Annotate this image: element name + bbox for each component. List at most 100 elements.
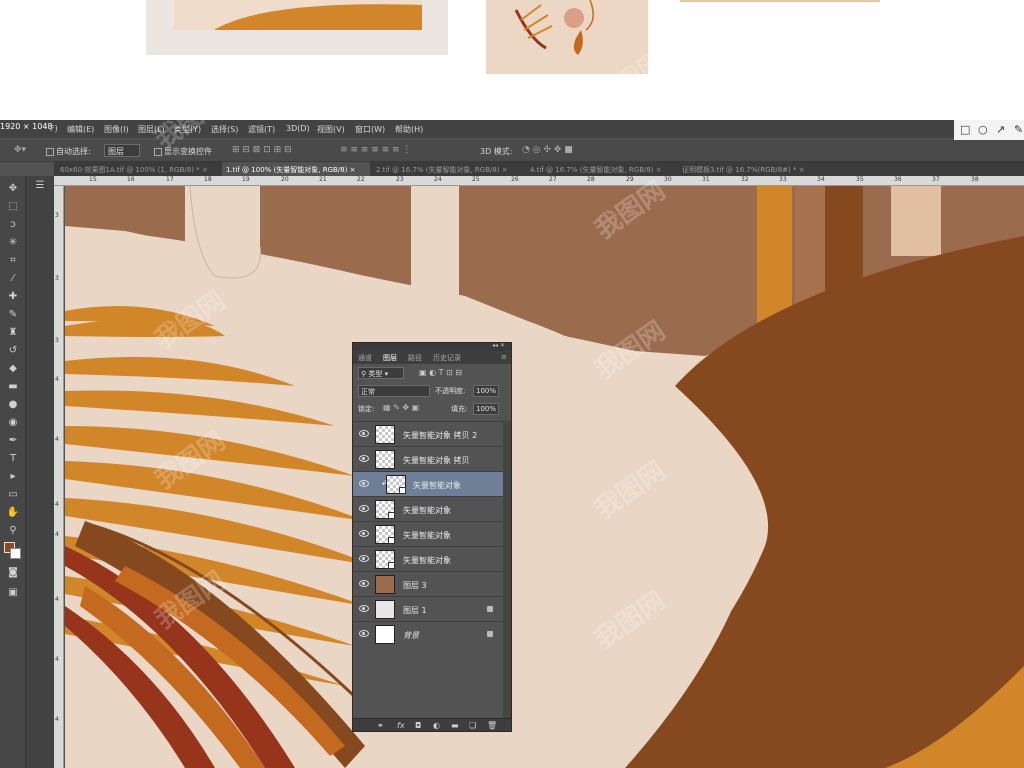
show-transform-checkbox[interactable]: 显示变换控件 [154,146,212,157]
menu-edit[interactable]: 编辑(E) [67,124,94,135]
layer-row[interactable]: 矢量智能对象 [353,521,511,546]
auto-select-label: 自动选择: [56,147,91,156]
marquee-tool-icon[interactable]: ⬚ [5,200,21,214]
background-color-swatch[interactable] [10,548,21,559]
ruler-tick: 32 [741,176,749,183]
menu-select[interactable]: 选择(S) [211,124,238,135]
type-tool-icon[interactable]: T [5,452,21,466]
quick-mask-icon[interactable]: ◙ [5,566,21,580]
close-icon[interactable]: × [799,166,805,174]
visibility-eye-icon[interactable] [359,430,369,437]
tab-document-1[interactable]: 60x60-效果图1A.tif @ 100% (1, RGB/8) * × [60,162,220,176]
visibility-eye-icon[interactable] [359,455,369,462]
rectangle-icon[interactable]: □ [960,123,970,136]
tab-layers[interactable]: 图层 [383,353,397,363]
tab-document-4[interactable]: 4.tif @ 16.7% (矢量智能对象, RGB/8) × [530,162,676,176]
eyedropper-icon[interactable]: ⁄ [5,272,21,286]
lock-icons[interactable]: ▦ ✎ ✥ ▣ [383,403,419,412]
tab-document-5[interactable]: 证明模板3.tif @ 16.7%(RGB/8#) * × [682,162,842,176]
layer-row[interactable]: 矢量智能对象 拷贝 [353,446,511,471]
menu-filter[interactable]: 滤镜(T) [248,124,275,135]
panel-menu-icon[interactable]: ≡ [501,353,507,361]
hand-tool-icon[interactable]: ✋ [5,506,21,520]
layer-row[interactable]: 背景 [353,621,511,646]
panel-header[interactable]: ◂◂ ✕ [353,342,511,351]
circle-icon[interactable]: ○ [978,123,988,136]
tab-history[interactable]: 历史记录 [433,353,461,363]
close-icon[interactable]: × [502,166,508,174]
gradient-tool-icon[interactable]: ▬ [5,380,21,394]
menu-layer[interactable]: 图层(L) [138,124,165,135]
delete-icon[interactable]: 🗑 [487,721,497,730]
move-tool-icon[interactable]: ✥ [5,182,21,196]
ruler-tick: 4 [55,531,59,538]
visibility-eye-icon[interactable] [359,580,369,587]
healing-brush-icon[interactable]: ✚ [5,290,21,304]
distribute-icons[interactable]: ≡ ≡ ≡ ≡ ≡ ≡ ⋮ [340,145,411,155]
visibility-eye-icon[interactable] [359,605,369,612]
close-icon[interactable]: × [202,166,208,174]
layer-row[interactable]: 图层 1 [353,596,511,621]
align-icons[interactable]: ⊞ ⊟ ⊠ ⊡ ⊞ ⊟ [232,145,292,155]
zoom-tool-icon[interactable]: ⚲ [5,524,21,538]
menu-type[interactable]: 类型(Y) [174,124,201,135]
filter-type-dropdown[interactable]: ⚲ 类型 ▾ [358,367,404,379]
menu-image[interactable]: 图像(I) [104,124,129,135]
filter-icons[interactable]: ▣ ◐ T ⊡ ⊟ [419,368,462,377]
brush-tool-icon[interactable]: ✎ [5,308,21,322]
screen-mode-icon[interactable]: ▣ [5,586,21,600]
dodge-tool-icon[interactable]: ◉ [5,416,21,430]
auto-select-dropdown[interactable]: 图层 [104,144,140,157]
clone-stamp-icon[interactable]: ♜ [5,326,21,340]
lasso-tool-icon[interactable]: ↄ [5,218,21,232]
menu-window[interactable]: 窗口(W) [355,124,385,135]
arrow-icon[interactable]: ↗ [996,123,1005,136]
mask-icon[interactable]: ◘ [415,721,421,730]
visibility-eye-icon[interactable] [359,530,369,537]
layer-row[interactable]: ↲ 矢量智能对象 [353,471,511,496]
pen-tool-icon[interactable]: ✒ [5,434,21,448]
fill-input[interactable]: 100% [473,403,499,415]
tab-channels[interactable]: 通道 [358,353,372,363]
path-selection-icon[interactable]: ▸ [5,470,21,484]
tab-paths[interactable]: 路径 [408,353,422,363]
shape-tool-icon[interactable]: ▭ [5,488,21,502]
close-icon[interactable]: × [350,166,356,174]
3d-mode-icons[interactable]: ◔ ◎ ✣ ✥ ■ [522,145,573,155]
menu-file[interactable]: F) [50,124,58,133]
close-icon[interactable]: × [656,166,662,174]
adjustment-icon[interactable]: ◐ [433,721,440,730]
link-layers-icon[interactable]: ⚭ [377,721,384,730]
history-brush-icon[interactable]: ↺ [5,344,21,358]
menu-view[interactable]: 视图(V) [317,124,345,135]
visibility-eye-icon[interactable] [359,630,369,637]
fx-icon[interactable]: fx [397,721,405,730]
magic-wand-icon[interactable]: ✳ [5,236,21,250]
move-tool-icon[interactable]: ✥▾ [14,145,26,155]
document-canvas[interactable] [65,186,1024,768]
blend-mode-dropdown[interactable]: 正常 [358,385,430,397]
opacity-input[interactable]: 100% [473,385,499,397]
crop-tool-icon[interactable]: ⌗ [5,254,21,268]
layer-row[interactable]: 矢量智能对象 [353,496,511,521]
auto-select-checkbox[interactable]: 自动选择: [46,146,91,157]
eraser-tool-icon[interactable]: ◆ [5,362,21,376]
show-transform-label: 显示变换控件 [164,147,212,156]
tab-document-2[interactable]: 1.tif @ 100% (矢量智能对象, RGB/8) × [222,162,370,176]
collapse-icon[interactable]: ◂◂ ✕ [492,342,505,349]
layer-row[interactable]: 矢量智能对象 拷贝 2 [353,421,511,446]
visibility-eye-icon[interactable] [359,555,369,562]
properties-icon[interactable]: ☰ [30,180,50,196]
visibility-eye-icon[interactable] [359,505,369,512]
group-icon[interactable]: ▬ [451,721,459,730]
pen-icon[interactable]: ✎ [1014,123,1023,136]
layer-row[interactable]: 图层 3 [353,571,511,596]
menu-help[interactable]: 帮助(H) [395,124,423,135]
new-layer-icon[interactable]: ❏ [469,721,476,730]
tab-document-3[interactable]: 2.tif @ 16.7% (矢量智能对象, RGB/8) × [376,162,526,176]
blur-tool-icon[interactable]: ● [5,398,21,412]
layers-scrollbar[interactable] [503,423,511,718]
layer-row[interactable]: 矢量智能对象 [353,546,511,571]
visibility-eye-icon[interactable] [359,480,369,487]
menu-3d[interactable]: 3D(D) [286,124,310,133]
